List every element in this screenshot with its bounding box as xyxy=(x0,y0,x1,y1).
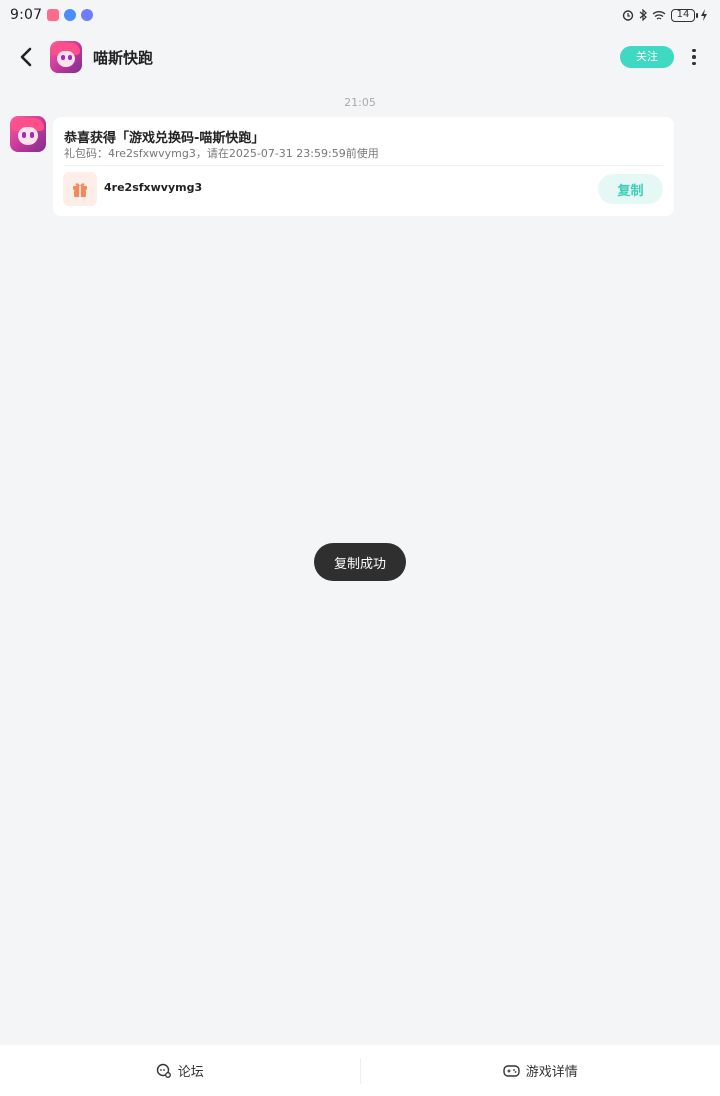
message-timestamp: 21:05 xyxy=(344,96,376,109)
toast-message: 复制成功 xyxy=(314,543,406,581)
tab-forum-label: 论坛 xyxy=(177,1065,204,1080)
tab-forum[interactable]: 论坛 xyxy=(0,1045,360,1096)
browser-icon xyxy=(64,9,77,21)
gamepad-icon xyxy=(503,1064,520,1077)
back-button[interactable] xyxy=(14,45,38,69)
app-notification-icon xyxy=(47,9,60,21)
chat-header: 喵斯快跑 关注 xyxy=(0,30,720,84)
bluetooth-icon xyxy=(639,9,647,21)
charging-icon xyxy=(701,9,707,21)
copy-button[interactable]: 复制 xyxy=(598,174,663,204)
status-bar: 9:07 14 xyxy=(0,0,720,30)
more-button[interactable] xyxy=(682,45,706,69)
message-subtitle: 礼包码：4re2sfxwvymg3，请在2025-07-31 23:59:59前… xyxy=(64,147,379,160)
sender-avatar[interactable] xyxy=(10,116,46,152)
status-bar-left: 9:07 xyxy=(10,7,94,23)
message-title: 恭喜获得「游戏兑换码-喵斯快跑」 xyxy=(64,131,265,146)
gift-icon-container xyxy=(63,172,97,206)
music-icon xyxy=(81,9,94,21)
status-bar-right: 14 xyxy=(622,8,708,22)
forum-icon xyxy=(156,1063,171,1078)
wifi-icon xyxy=(652,10,666,20)
divider xyxy=(64,165,663,166)
chevron-left-icon xyxy=(20,47,32,67)
app-avatar[interactable] xyxy=(50,41,82,73)
gift-code-message-card: 恭喜获得「游戏兑换码-喵斯快跑」 礼包码：4re2sfxwvymg3，请在202… xyxy=(53,117,674,216)
status-time: 9:07 xyxy=(10,7,43,23)
tab-game-details-label: 游戏详情 xyxy=(525,1065,578,1080)
bottom-bar: 论坛 游戏详情 xyxy=(0,1045,720,1096)
app-name: 喵斯快跑 xyxy=(93,48,154,67)
follow-button[interactable]: 关注 xyxy=(620,46,674,68)
more-vertical-icon xyxy=(692,48,696,53)
gift-icon xyxy=(73,183,87,197)
battery-icon: 14 xyxy=(671,8,698,22)
alarm-icon xyxy=(622,10,634,21)
gift-code: 4re2sfxwvymg3 xyxy=(104,181,203,194)
tab-game-details[interactable]: 游戏详情 xyxy=(361,1045,720,1096)
